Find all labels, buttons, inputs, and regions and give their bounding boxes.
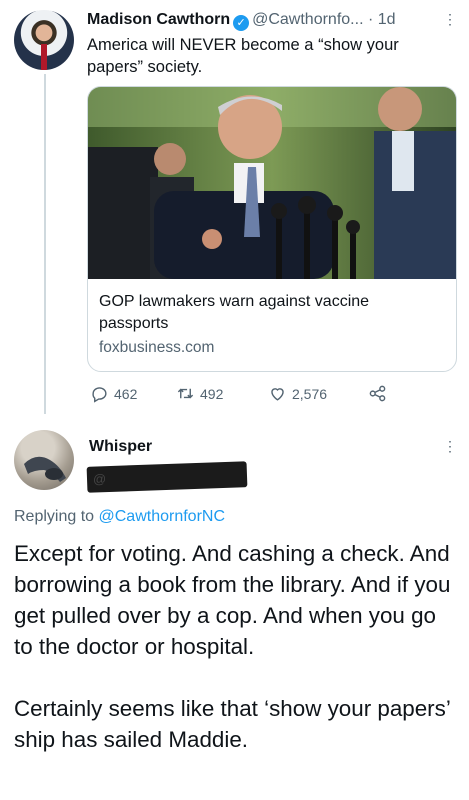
author-name[interactable]: Madison Cawthorn [87,11,230,28]
like-button[interactable]: 2,576 [268,384,327,403]
like-count: 2,576 [292,385,328,402]
replying-to-line: Replying to @CawthornforNC [14,508,225,526]
reply-text: Except for voting. And cashing a check. … [14,538,459,755]
timestamp[interactable]: 1d [378,11,396,28]
vertical-dots-icon[interactable]: ⋮ [443,438,457,454]
vertical-dots-icon[interactable]: ⋮ [443,11,457,27]
avatar[interactable] [14,430,74,490]
thread-connector-line [44,74,46,414]
card-image [88,87,456,279]
reply-icon [92,387,107,403]
verified-badge-icon: ✓ [233,15,250,31]
share-button[interactable] [368,384,387,403]
reply-paragraph: Except for voting. And cashing a check. … [14,541,451,659]
author-handle[interactable]: @Cawthornfo... [252,11,363,28]
retweet-icon [177,388,194,399]
share-icon [369,385,386,402]
separator-dot: · [367,11,374,28]
retweet-button[interactable]: 492 [176,384,223,403]
reply-author-name[interactable]: Whisper [89,438,152,456]
reply-count: 462 [114,385,138,402]
avatar-image [24,456,66,482]
tweet-header: Madison Cawthorn ✓ @Cawthornfo... · 1d [87,10,459,31]
retweet-count: 492 [200,385,224,402]
heart-icon [271,388,284,401]
reply-button[interactable]: 462 [90,384,137,403]
card-domain: foxbusiness.com [99,339,215,356]
avatar[interactable] [14,10,74,70]
replying-to-label: Replying to [14,508,95,525]
reply-handle-redacted[interactable]: @ [86,461,248,493]
replying-to-link[interactable]: @CawthornforNC [99,508,226,525]
tweet-text: America will NEVER become a “show your p… [87,36,399,76]
card-title: GOP lawmakers warn against vaccine passp… [99,293,370,332]
link-card[interactable]: GOP lawmakers warn against vaccine passp… [87,86,457,372]
reply-paragraph: Certainly seems like that ‘show your pap… [14,696,450,752]
